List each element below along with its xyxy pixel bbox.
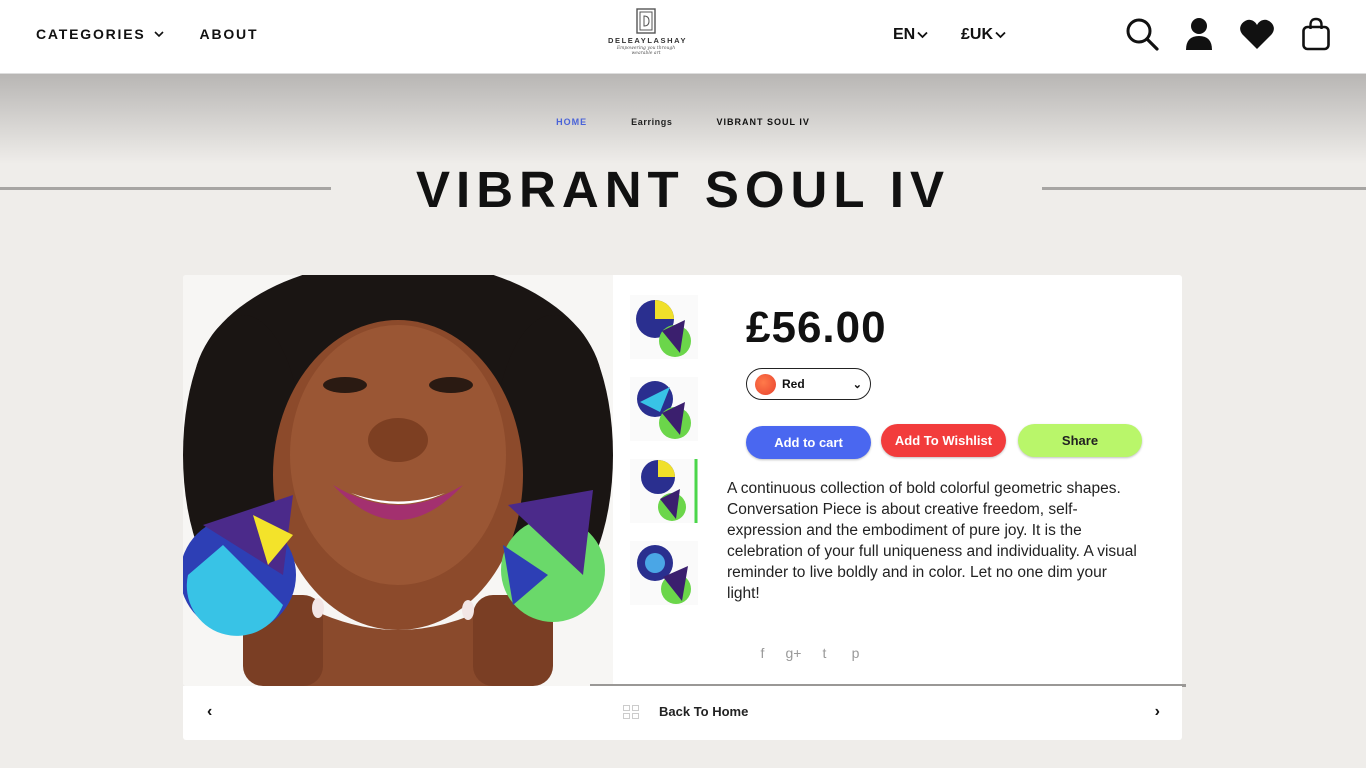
social-share-links: f g+ t p (754, 645, 864, 661)
product-thumbnail[interactable] (630, 295, 698, 359)
product-photo (183, 275, 613, 686)
logo-tagline: Empowering you through wearable art (616, 46, 676, 56)
cart-button[interactable] (1298, 16, 1334, 52)
account-button[interactable] (1181, 16, 1217, 52)
thumbnail-image (641, 459, 698, 523)
grid-icon (623, 704, 639, 719)
chevron-down-icon (995, 31, 1006, 39)
add-to-wishlist-button[interactable]: Add To Wishlist (881, 424, 1006, 457)
facebook-icon[interactable]: f (754, 645, 771, 661)
google-plus-icon[interactable]: g+ (785, 645, 802, 661)
currency-value: £UK (961, 26, 994, 43)
pinterest-icon[interactable]: p (847, 645, 864, 661)
chevron-down-icon (917, 31, 928, 39)
logo-mark-icon (636, 8, 656, 34)
color-swatch (755, 373, 776, 395)
back-to-home-link[interactable]: Back To Home (623, 704, 748, 719)
wishlist-button[interactable] (1239, 16, 1275, 52)
shopping-bag-icon (1302, 17, 1330, 51)
site-logo[interactable]: DELEAYLASHAY Empowering you through wear… (608, 8, 688, 60)
breadcrumb: HOME Earrings VIBRANT SOUL IV (0, 117, 1366, 127)
product-description: A continuous collection of bold colorful… (727, 480, 1137, 602)
about-label: ABOUT (199, 26, 259, 42)
search-button[interactable] (1124, 16, 1160, 52)
breadcrumb-home[interactable]: HOME (556, 117, 587, 127)
categories-label: CATEGORIES (36, 26, 146, 42)
breadcrumb-current: VIBRANT SOUL IV (716, 117, 810, 127)
product-thumbnail[interactable] (630, 459, 698, 523)
chevron-down-icon (153, 30, 164, 37)
product-thumbnail[interactable] (630, 377, 698, 441)
share-button[interactable]: Share (1018, 424, 1142, 457)
thumbnail-image (637, 381, 691, 439)
previous-product-button[interactable]: ‹ (207, 703, 212, 721)
variant-select[interactable]: Red ⌄ (746, 368, 871, 400)
language-value: EN (893, 26, 916, 43)
chevron-down-icon: ⌄ (852, 378, 862, 391)
thumbnail-image (637, 545, 691, 604)
user-icon (1186, 18, 1212, 50)
heart-icon (1240, 19, 1274, 49)
language-selector[interactable]: EN (893, 26, 928, 44)
product-thumbnail[interactable] (630, 541, 698, 605)
logo-name: DELEAYLASHAY (608, 36, 688, 45)
page-title: VIBRANT SOUL IV (416, 161, 950, 218)
back-to-home-label: Back To Home (659, 704, 749, 719)
thumbnail-image (636, 300, 691, 357)
twitter-icon[interactable]: t (816, 645, 833, 661)
thumbnail-list (630, 295, 698, 605)
breadcrumb-category[interactable]: Earrings (631, 117, 672, 127)
main-nav: CATEGORIES ABOUT (36, 26, 258, 42)
site-header: CATEGORIES ABOUT DELEAYLASHAY Empowering… (0, 0, 1366, 74)
next-product-button[interactable]: › (1155, 703, 1160, 721)
about-link[interactable]: ABOUT (200, 26, 259, 42)
search-icon (1126, 18, 1159, 51)
product-pager: ‹ Back To Home › (183, 686, 1182, 740)
add-to-cart-button[interactable]: Add to cart (746, 426, 871, 459)
product-card: £56.00 Red ⌄ Add to cart Add To Wishlist… (183, 275, 1182, 686)
variant-selected-value: Red (782, 377, 805, 391)
currency-selector[interactable]: £UK (961, 26, 1006, 44)
product-main-image[interactable] (183, 275, 613, 686)
product-price: £56.00 (746, 303, 887, 352)
categories-menu[interactable]: CATEGORIES (36, 26, 164, 42)
